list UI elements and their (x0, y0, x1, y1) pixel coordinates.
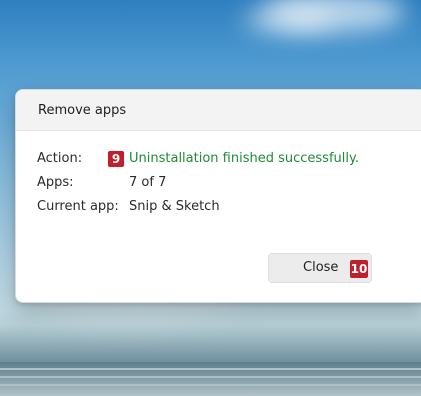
dialog-title: Remove apps (38, 102, 127, 118)
step-badge-9: 9 (108, 151, 124, 167)
close-button-label: Close (303, 260, 339, 275)
wave-line (0, 368, 421, 370)
action-row: Action: 9 Uninstallation finished succes… (37, 147, 421, 171)
action-label: Action: (37, 151, 83, 166)
apps-row: Apps: 7 of 7 (37, 171, 421, 195)
remove-apps-dialog: Remove apps Action: 9 Uninstallation fin… (15, 89, 421, 303)
apps-progress-value: 7 of 7 (129, 175, 167, 190)
cloud (243, 6, 333, 34)
current-app-label: Current app: (37, 199, 119, 214)
apps-label: Apps: (37, 175, 74, 190)
dialog-content: Action: 9 Uninstallation finished succes… (37, 147, 421, 219)
wave-line (0, 376, 421, 378)
current-app-row: Current app: Snip & Sketch (37, 195, 421, 219)
current-app-value: Snip & Sketch (129, 199, 220, 214)
dialog-header: Remove apps (16, 90, 421, 131)
wave-line (0, 384, 421, 386)
step-badge-10: 10 (350, 260, 368, 278)
action-status-value: Uninstallation finished successfully. (129, 151, 359, 166)
close-button[interactable]: Close 10 (268, 253, 372, 283)
